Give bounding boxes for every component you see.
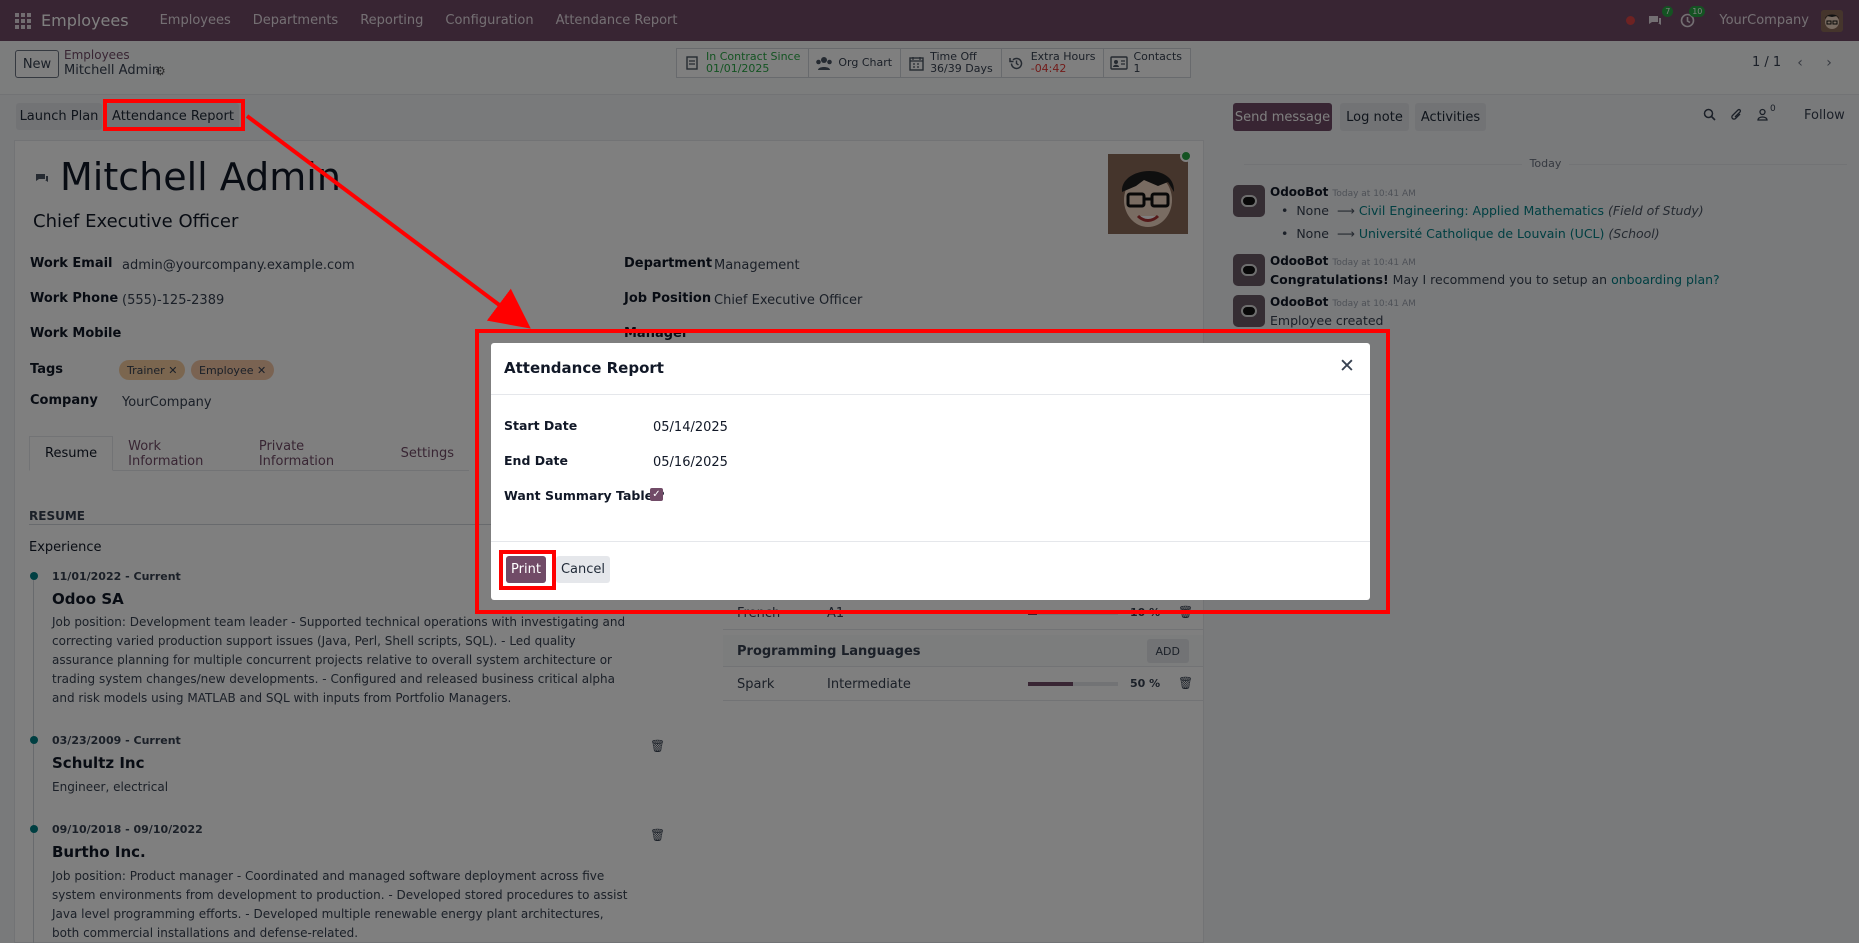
highlight-attendance-report-button (103, 99, 245, 131)
highlight-dialog (475, 329, 1390, 614)
highlight-print-button (499, 550, 556, 590)
